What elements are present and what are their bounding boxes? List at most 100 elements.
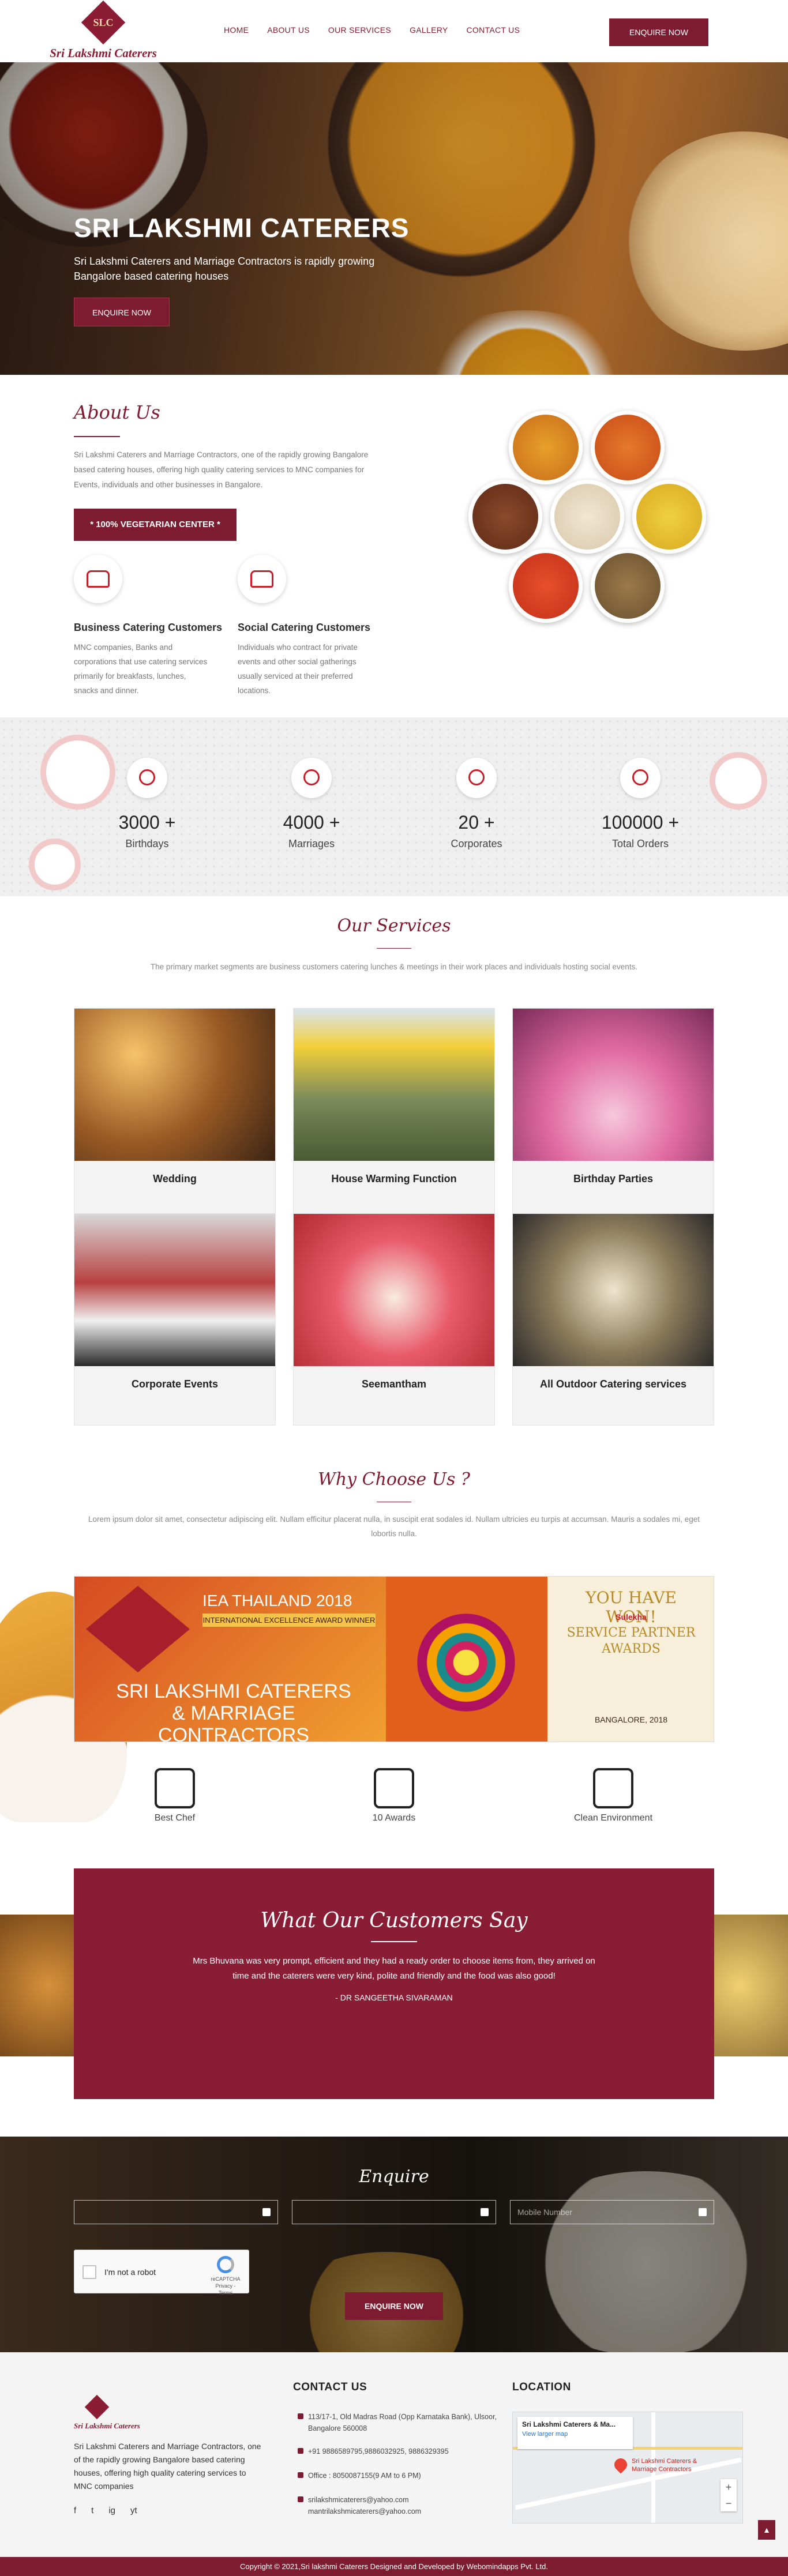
nav-about-us[interactable]: ABOUT US [267,25,310,35]
testimonial-text: Mrs Bhuvana was very prompt, efficient a… [193,1956,595,1981]
phone-text[interactable]: +91 9886589795,9886032925, 9886329395 [308,2447,449,2455]
stat-value: 100000 + [601,812,680,833]
mandala-panel [386,1577,547,1742]
nav-gallery[interactable]: GALLERY [410,25,448,35]
nav-home[interactable]: HOME [224,25,249,35]
email-link[interactable]: srilakshmicaterers@yahoo.com [308,2496,409,2504]
service-caption: Birthday Parties [573,1173,654,1184]
hero-subtitle: Sri Lakshmi Caterers and Marriage Contra… [74,255,375,282]
user-icon [262,2208,271,2216]
social-links: f t ig yt [74,2506,137,2515]
recaptcha-brand: reCAPTCHA [211,2276,241,2282]
food-bowl-image [550,480,624,554]
service-image [294,1009,494,1161]
marriage-icon [291,758,332,798]
name-field[interactable] [74,2200,278,2224]
corporate-icon [456,758,497,798]
instagram-icon[interactable]: ig [108,2506,115,2515]
footer-about: Sri Lakshmi Caterers and Marriage Contra… [74,2442,261,2491]
feature-label: Clean Environment [573,1813,653,1823]
nav-our-services[interactable]: OUR SERVICES [328,25,391,35]
twitter-icon[interactable]: t [91,2506,93,2515]
youtube-icon[interactable]: yt [130,2506,137,2515]
footer-phone: +91 9886589795,9886032925, 9886329395 [298,2446,498,2457]
iea-award-panel: IEA THAILAND 2018 INTERNATIONAL EXCELLEN… [74,1577,386,1742]
stat-label: Marriages [288,838,335,849]
service-image [513,1009,714,1161]
decorative-plate [29,838,81,890]
food-bowl-image [509,549,583,623]
service-card-outdoor-catering[interactable]: All Outdoor Catering services [512,1213,714,1426]
testimonial-side-image-right [707,1915,788,2056]
enquire-submit-button[interactable]: ENQUIRE NOW [345,2292,443,2320]
logo-text: Sri Lakshmi Caterers [50,46,157,60]
facebook-icon[interactable]: f [74,2506,76,2515]
location-map[interactable]: Sri Lakshmi Caterers & Ma... View larger… [512,2412,743,2524]
sulekha-award-panel: YOU HAVE WON! Sulekha SERVICE PARTNER AW… [547,1577,714,1742]
site-footer: Sri Lakshmi Caterers Sri Lakshmi Caterer… [0,2352,788,2576]
nav-contact-us[interactable]: CONTACT US [467,25,520,35]
service-caption: Corporate Events [131,1378,219,1390]
map-pin-icon[interactable] [611,2455,630,2474]
stat-value: 20 + [458,812,495,833]
service-image [513,1214,714,1366]
address-text: 113/17-1, Old Madras Road (Opp Karnataka… [308,2413,497,2432]
service-card-wedding[interactable]: Wedding [74,1008,276,1220]
page: SLC Sri Lakshmi Caterers HOME ABOUT US O… [0,0,788,2576]
sulekha-brand: Sulekha [616,1612,647,1622]
map-place-name: Sri Lakshmi Caterers & Ma... [522,2420,616,2428]
services-title: Our Services [337,916,451,936]
stat-value: 3000 + [118,812,176,833]
service-image [74,1214,275,1366]
chef-icon [155,1768,195,1808]
service-card-corporate-events[interactable]: Corporate Events [74,1213,276,1426]
service-image [74,1009,275,1161]
food-bowl-image [591,549,665,623]
footer-logo-text: Sri Lakshmi Caterers [74,2421,140,2430]
map-larger-link[interactable]: View larger map [522,2431,568,2438]
logo[interactable]: SLC Sri Lakshmi Caterers [43,0,164,61]
service-card-seemantham[interactable]: Seemantham [293,1213,495,1426]
food-bowl-image [632,480,706,554]
service-card-house-warming[interactable]: House Warming Function [293,1008,495,1220]
email-link[interactable]: mantrilakshmicaterers@yahoo.com [308,2507,421,2515]
footer-logo[interactable]: Sri Lakshmi Caterers [74,2394,140,2431]
scroll-to-top-button[interactable]: ▲ [758,2520,775,2540]
why-subtitle: Lorem ipsum dolor sit amet, consectetur … [88,1515,700,1538]
footer-contact-title: CONTACT US [293,2381,367,2393]
vegetarian-badge: * 100% VEGETARIAN CENTER * [74,509,237,541]
service-caption: Seemantham [361,1378,427,1390]
recaptcha-checkbox[interactable] [82,2265,96,2279]
stat-label: Total Orders [611,838,669,849]
birthday-icon [127,758,167,798]
recaptcha-links[interactable]: Privacy - Terms [215,2283,235,2296]
mail-icon [298,2496,303,2502]
recaptcha-icon [217,2256,234,2273]
service-image [294,1214,494,1366]
testimonial-side-image-left [0,1915,81,2056]
stat-marriages: 4000 + Marriages [248,758,375,850]
testimonial-title: What Our Customers Say [260,1909,528,1932]
stat-corporates: 20 + Corporates [413,758,540,850]
map-zoom-control[interactable]: + − [721,2479,737,2511]
phone-icon [699,2208,707,2216]
hero-enquire-button[interactable]: ENQUIRE NOW [74,298,170,326]
map-pin-label: Sri Lakshmi Caterers & Marriage Contract… [632,2458,697,2473]
orders-icon [620,758,661,798]
email-field[interactable] [292,2200,496,2224]
business-catering-text: MNC companies, Banks and corporations th… [74,643,208,695]
why-title: Why Choose Us ? [317,1469,471,1490]
mobile-field[interactable]: Mobile Number [510,2200,714,2224]
header-enquire-button[interactable]: ENQUIRE NOW [609,18,708,46]
service-card-birthday-parties[interactable]: Birthday Parties [512,1008,714,1220]
footer-office: Office : 8050087155(9 AM to 6 PM) [298,2470,498,2481]
recaptcha-logo: reCAPTCHA Privacy - Terms [208,2256,243,2296]
footer-address: 113/17-1, Old Madras Road (Opp Karnataka… [298,2411,498,2434]
stat-label: Corporates [451,838,502,849]
hero-title: SRI LAKSHMI CATERERS [74,213,410,243]
stat-value: 4000 + [283,812,340,833]
award-icon [374,1768,414,1808]
food-bowl-image [591,411,665,484]
logo-mark: SLC [81,0,126,45]
recaptcha-widget: I'm not a robot reCAPTCHA Privacy - Terms [74,2250,249,2296]
